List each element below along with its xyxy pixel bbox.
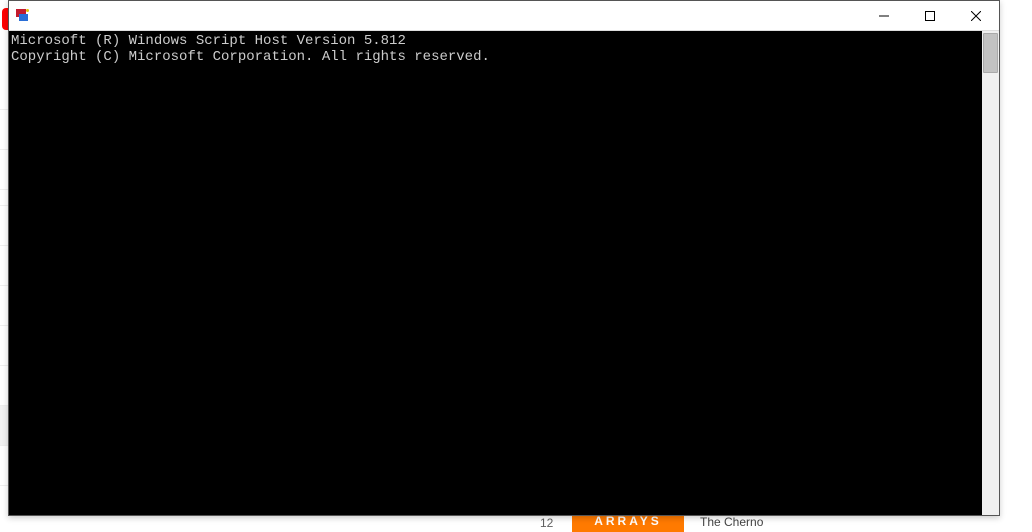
console-window: Microsoft (R) Windows Script Host Versio… — [8, 0, 1000, 516]
minimize-button[interactable] — [861, 1, 907, 31]
channel-name: The Cherno — [700, 515, 763, 529]
app-icon[interactable] — [9, 2, 37, 30]
close-button[interactable] — [953, 1, 999, 31]
maximize-icon — [925, 11, 935, 21]
scrollbar-thumb[interactable] — [983, 33, 998, 73]
scrollbar-track[interactable] — [982, 31, 999, 515]
minimize-icon — [879, 11, 889, 21]
thumbnail-text: ARRAYS — [594, 514, 662, 528]
maximize-button[interactable] — [907, 1, 953, 31]
vertical-scrollbar[interactable] — [982, 31, 999, 515]
client-area: Microsoft (R) Windows Script Host Versio… — [9, 31, 999, 515]
video-count: 12 — [540, 516, 553, 530]
wscript-icon — [15, 8, 31, 24]
console-output[interactable]: Microsoft (R) Windows Script Host Versio… — [9, 31, 982, 515]
close-icon — [971, 11, 981, 21]
titlebar[interactable] — [9, 1, 999, 31]
